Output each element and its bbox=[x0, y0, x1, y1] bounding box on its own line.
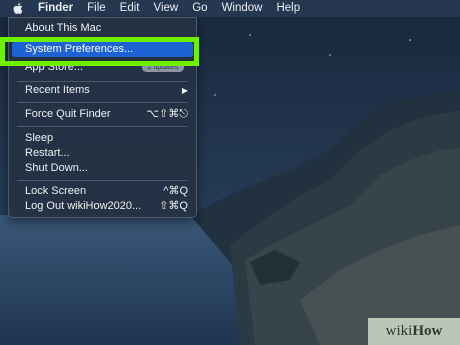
menu-item-shut-down[interactable]: Shut Down... bbox=[9, 161, 196, 176]
submenu-arrow-icon: ▶ bbox=[181, 86, 188, 95]
menu-item-label: Force Quit Finder bbox=[25, 108, 111, 120]
log-out-shortcut: ⇧⌘Q bbox=[159, 200, 188, 212]
lock-screen-shortcut: ^⌘Q bbox=[163, 185, 188, 197]
menu-item-label: Restart... bbox=[25, 147, 70, 159]
menubar-window[interactable]: Window bbox=[215, 0, 270, 17]
menu-item-label: Log Out wikiHow2020... bbox=[25, 200, 142, 212]
menu-item-log-out[interactable]: Log Out wikiHow2020... ⇧⌘Q bbox=[9, 199, 196, 214]
menu-separator bbox=[17, 126, 188, 127]
menu-item-about[interactable]: About This Mac bbox=[9, 21, 196, 36]
menu-item-lock-screen[interactable]: Lock Screen ^⌘Q bbox=[9, 184, 196, 199]
menu-item-label: Lock Screen bbox=[25, 185, 87, 197]
wikihow-watermark: wikiHow bbox=[368, 318, 460, 345]
menubar-view[interactable]: View bbox=[147, 0, 186, 17]
menu-item-label: Sleep bbox=[25, 132, 54, 144]
menubar-file[interactable]: File bbox=[80, 0, 113, 17]
menu-bar: Finder File Edit View Go Window Help bbox=[0, 0, 460, 17]
menu-separator bbox=[17, 180, 188, 181]
menu-item-recent-items[interactable]: Recent Items ▶ bbox=[9, 83, 196, 98]
menu-item-label: About This Mac bbox=[25, 22, 102, 34]
menubar-finder[interactable]: Finder bbox=[31, 0, 80, 17]
watermark-prefix: wiki bbox=[385, 323, 413, 339]
menubar-edit[interactable]: Edit bbox=[113, 0, 147, 17]
menu-item-label: Recent Items bbox=[25, 84, 90, 96]
apple-logo-icon bbox=[13, 2, 23, 15]
force-quit-shortcut: ⌥⇧⌘⎋ bbox=[146, 108, 188, 120]
watermark-suffix: How bbox=[412, 323, 443, 339]
menu-separator bbox=[17, 102, 188, 103]
menu-separator bbox=[17, 81, 188, 82]
menubar-go[interactable]: Go bbox=[185, 0, 214, 17]
apple-menu-button[interactable] bbox=[0, 2, 31, 15]
menu-item-force-quit[interactable]: Force Quit Finder ⌥⇧⌘⎋ bbox=[9, 107, 196, 122]
menu-item-sleep[interactable]: Sleep bbox=[9, 131, 196, 146]
menu-item-label: Shut Down... bbox=[25, 162, 88, 174]
menu-item-restart[interactable]: Restart... bbox=[9, 146, 196, 161]
instruction-highlight-box bbox=[0, 37, 199, 66]
menubar-help[interactable]: Help bbox=[269, 0, 307, 17]
